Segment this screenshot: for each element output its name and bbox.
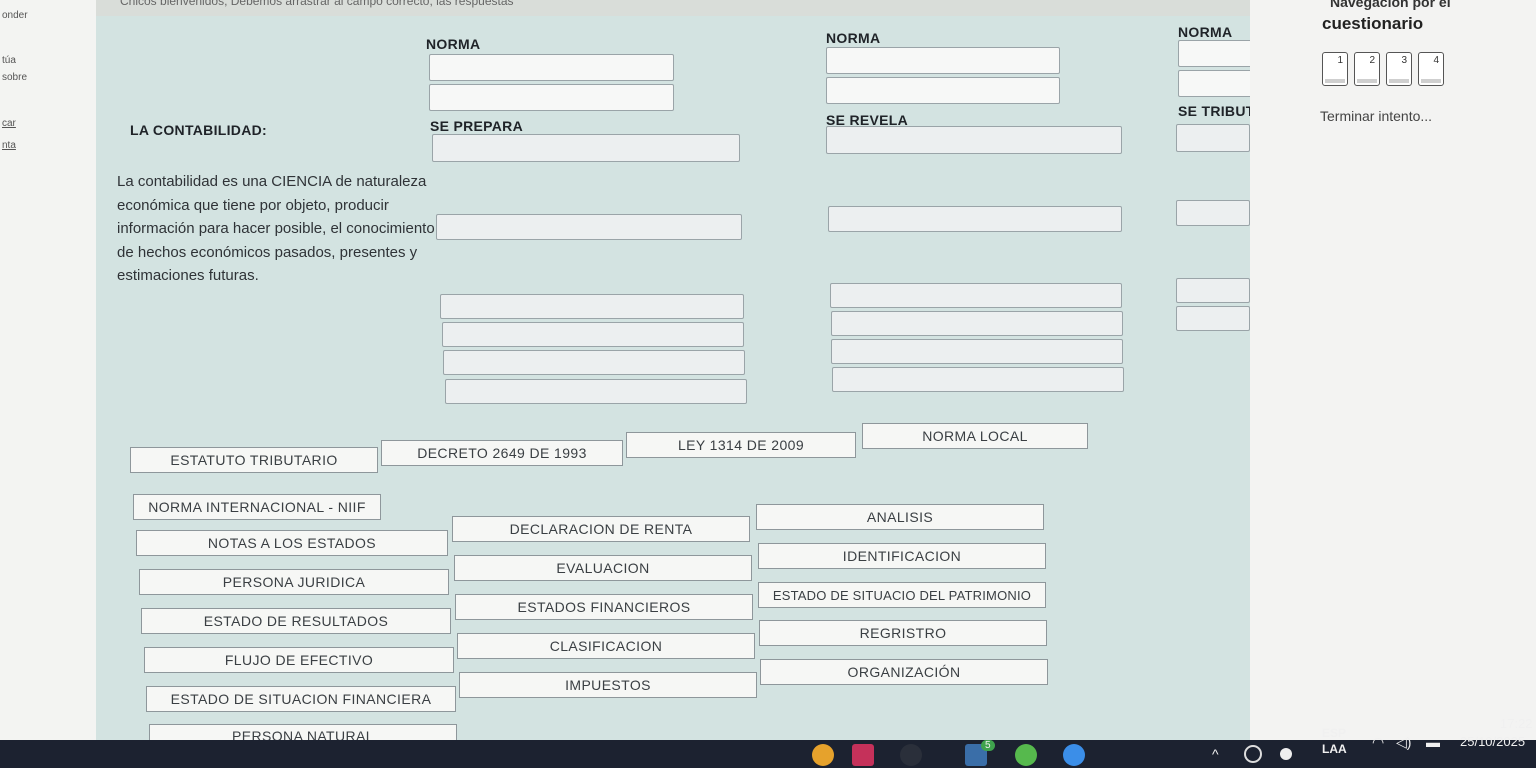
answer-tile[interactable]: NOTAS A LOS ESTADOS (136, 530, 448, 556)
column-title-3: NORMA (1178, 24, 1233, 40)
drop-zone[interactable] (442, 322, 744, 347)
answer-tile[interactable]: PERSONA JURIDICA (139, 569, 449, 595)
answer-tile[interactable]: ESTADO DE SITUACIO DEL PATRIMONIO (758, 582, 1046, 608)
question-nav-1[interactable]: 1 (1322, 52, 1348, 86)
drop-zone[interactable] (1178, 70, 1258, 97)
question-nav-2[interactable]: 2 (1354, 52, 1380, 86)
answer-tile[interactable]: FLUJO DE EFECTIVO (144, 647, 454, 673)
row-title-prepara: SE PREPARA (430, 118, 523, 134)
question-number: 1 (1337, 55, 1343, 66)
question-status-bar (1421, 79, 1441, 83)
drop-zone[interactable] (826, 126, 1122, 154)
chevron-up-icon[interactable]: ^ (1212, 746, 1219, 762)
answer-tile[interactable]: ESTADOS FINANCIEROS (455, 594, 753, 620)
navigation-heading: Navegación por el (1330, 0, 1451, 10)
app-icon[interactable] (812, 744, 834, 766)
column-title-2: NORMA (826, 30, 881, 46)
question-number: 4 (1433, 55, 1439, 66)
drop-zone[interactable] (1176, 278, 1250, 303)
answer-tile[interactable]: CLASIFICACION (457, 633, 755, 659)
drop-zone[interactable] (429, 54, 674, 81)
sync-icon[interactable] (1244, 745, 1262, 763)
previous-panel-strip: onder túa sobre car nta (0, 0, 96, 740)
clock-date[interactable]: 25/10/2025 (1460, 734, 1525, 749)
status-dot-icon[interactable] (1280, 748, 1292, 760)
drop-zone[interactable] (1176, 306, 1250, 331)
app-icon[interactable] (900, 744, 922, 766)
drop-zone[interactable] (440, 294, 744, 319)
strip-fragment: sobre (2, 72, 28, 83)
volume-icon[interactable]: ◁) (1396, 734, 1411, 751)
row-title-contabilidad: LA CONTABILIDAD: (130, 122, 267, 138)
answer-tile[interactable]: IMPUESTOS (459, 672, 757, 698)
strip-fragment[interactable]: car (2, 118, 16, 129)
drop-zone[interactable] (828, 206, 1122, 232)
windows-taskbar: 5 ^ ESP LAA ◠ ◁) ▬ 17:22 25/10/2025 (0, 716, 1536, 768)
answer-tile[interactable]: ESTADO DE RESULTADOS (141, 608, 451, 634)
question-nav-4[interactable]: 4 (1418, 52, 1444, 86)
clock-time[interactable]: 17:22 (1500, 716, 1533, 731)
question-number: 3 (1401, 55, 1407, 66)
answer-tile[interactable]: DECLARACION DE RENTA (452, 516, 750, 542)
strip-fragment: túa (2, 55, 16, 66)
notification-badge: 5 (981, 740, 995, 751)
battery-icon[interactable]: ▬ (1426, 734, 1440, 750)
answer-tile[interactable]: LEY 1314 DE 2009 (626, 432, 856, 458)
question-status-bar (1357, 79, 1377, 83)
answer-tile[interactable]: EVALUACION (454, 555, 752, 581)
drop-zone[interactable] (1178, 40, 1258, 67)
answer-tile[interactable]: REGRISTRO (759, 620, 1047, 646)
drop-zone[interactable] (445, 379, 747, 404)
keyboard-layout[interactable]: LAA (1322, 742, 1347, 756)
mail-icon[interactable] (852, 744, 874, 766)
strip-fragment[interactable]: nta (2, 140, 16, 151)
drop-zone[interactable] (826, 77, 1060, 104)
definition-text: La contabilidad es una CIENCIA de natura… (117, 173, 435, 284)
drop-zone[interactable] (830, 283, 1122, 308)
question-nav-3[interactable]: 3 (1386, 52, 1412, 86)
strip-fragment: onder (2, 10, 28, 21)
wifi-icon[interactable]: ◠ (1372, 734, 1384, 751)
column-title-1: NORMA (426, 36, 481, 52)
answer-tile[interactable]: ORGANIZACIÓN (760, 659, 1048, 685)
finish-attempt-link[interactable]: Terminar intento... (1320, 108, 1432, 124)
browser-icon[interactable] (1063, 744, 1085, 766)
drop-zone[interactable] (832, 367, 1124, 392)
question-status-bar (1389, 79, 1409, 83)
language-indicator[interactable]: ESP (1322, 726, 1346, 740)
answer-tile[interactable]: ESTADO DE SITUACION FINANCIERA (146, 686, 456, 712)
answer-tile[interactable]: NORMA LOCAL (862, 423, 1088, 449)
answer-tile[interactable]: ESTATUTO TRIBUTARIO (130, 447, 378, 473)
answer-tile[interactable]: DECRETO 2649 DE 1993 (381, 440, 623, 466)
drop-zone[interactable] (1176, 200, 1250, 226)
drop-zone[interactable] (826, 47, 1060, 74)
instructions-text: Chicos bienvenidos, Debemos arrastrar al… (120, 0, 514, 8)
drop-zone[interactable] (432, 134, 740, 162)
answer-tile[interactable]: ANALISIS (756, 504, 1044, 530)
answer-tile[interactable]: NORMA INTERNACIONAL - NIIF (133, 494, 381, 520)
drop-zone[interactable] (443, 350, 745, 375)
drop-zone[interactable] (1176, 124, 1250, 152)
navigation-title: cuestionario (1322, 14, 1424, 33)
answer-tile[interactable]: IDENTIFICACION (758, 543, 1046, 569)
drop-zone[interactable] (429, 84, 674, 111)
drop-zone[interactable] (831, 339, 1123, 364)
question-number: 2 (1369, 55, 1375, 66)
question-status-bar (1325, 79, 1345, 83)
drop-zone[interactable] (831, 311, 1123, 336)
chat-icon[interactable] (1015, 744, 1037, 766)
drop-zone[interactable] (436, 214, 742, 240)
